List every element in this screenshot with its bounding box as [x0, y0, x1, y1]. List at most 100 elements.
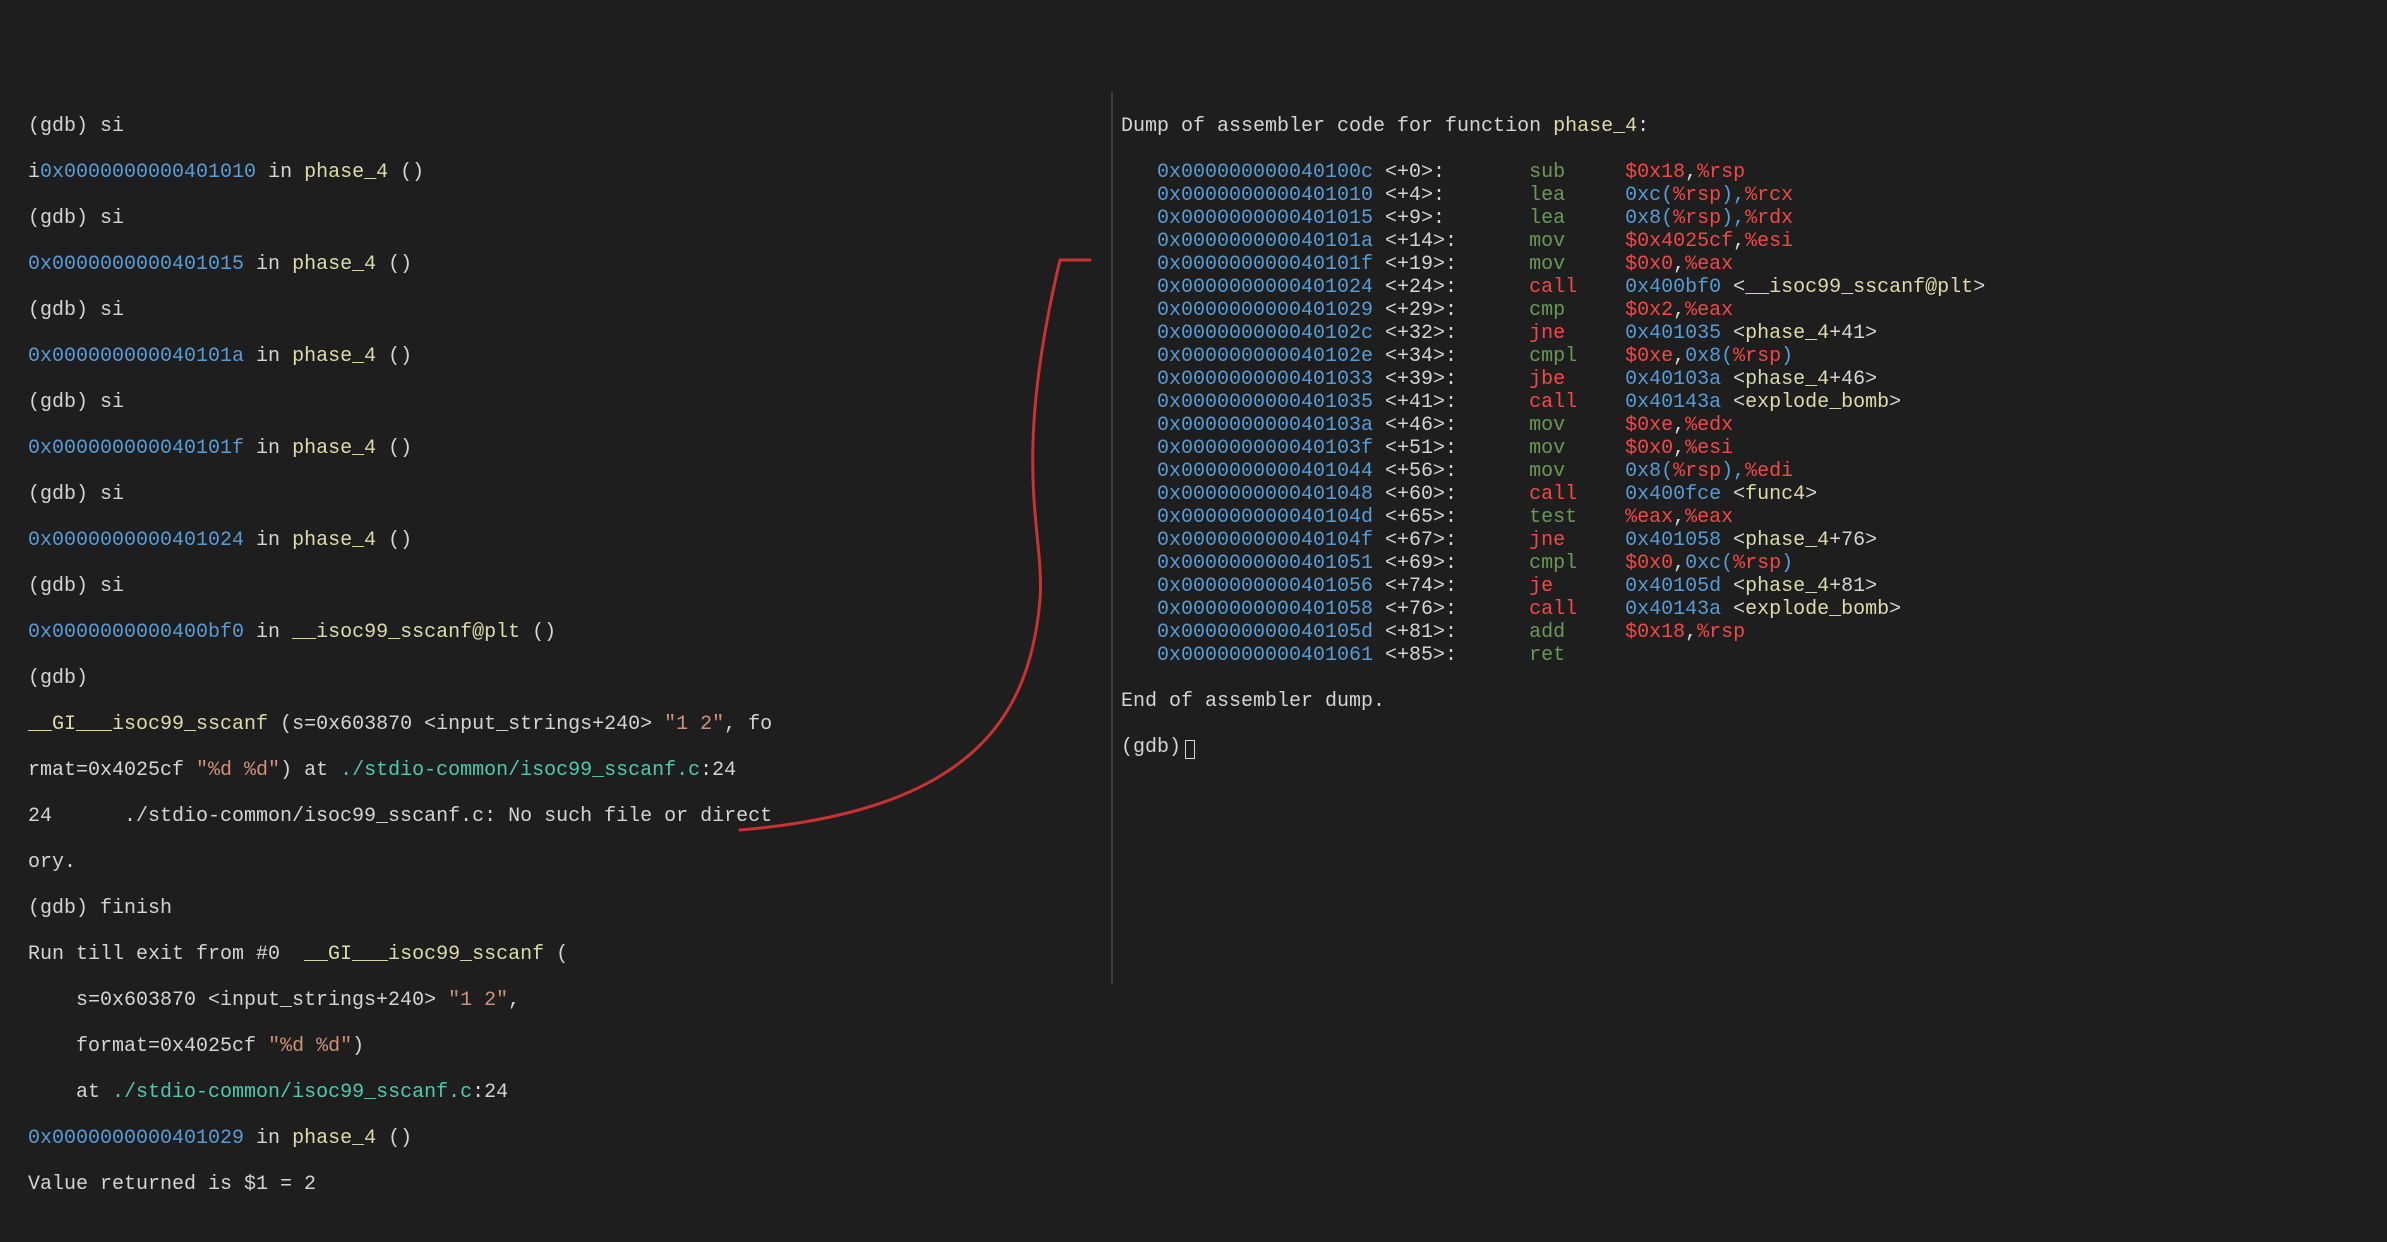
opcode: add — [1529, 621, 1625, 644]
function-name: phase_4 — [292, 529, 376, 552]
address: 0x000000000040105d — [1121, 621, 1385, 644]
opcode: call — [1529, 276, 1625, 299]
operand: phase_4 — [1745, 322, 1829, 345]
address: 0x000000000040101a — [1121, 230, 1385, 253]
gdb-line: 0x0000000000401029 in phase_4 () — [28, 1127, 1111, 1150]
paren: () — [376, 437, 412, 460]
address: 0x0000000000400bf0 — [28, 621, 244, 644]
gdb-line: 0x0000000000401024 in phase_4 () — [28, 529, 1111, 552]
gdb-line: (gdb) si — [28, 391, 1111, 414]
offset: <+85>: — [1385, 644, 1529, 667]
address: 0x0000000000401015 — [1121, 207, 1385, 230]
at: at — [76, 1081, 112, 1104]
function-name: __GI___isoc99_sscanf — [28, 713, 268, 736]
operand: < — [1733, 529, 1745, 552]
address: 0x000000000040104f — [1121, 529, 1385, 552]
gdb-prompt: (gdb) — [28, 575, 88, 598]
gdb-session-pane[interactable]: (gdb) si i0x0000000000401010 in phase_4 … — [0, 92, 1113, 984]
operand: ) — [1781, 552, 1793, 575]
in-word: in — [256, 161, 304, 184]
opcode: ret — [1529, 644, 1625, 667]
address: 0x000000000040100c — [1121, 161, 1385, 184]
gdb-line: 0x0000000000401015 in phase_4 () — [28, 253, 1111, 276]
text: Dump of assembler code for function — [1121, 115, 1553, 138]
operand: %esi — [1745, 230, 1793, 253]
string-literal: "1 2" — [664, 713, 724, 736]
operand: $0x0 — [1625, 552, 1673, 575]
offset: <+65>: — [1385, 506, 1529, 529]
operand: __isoc99_sscanf@plt — [1745, 276, 1973, 299]
gdb-line: Run till exit from #0 __GI___isoc99_ssca… — [28, 943, 1111, 966]
gdb-line: (gdb) — [28, 667, 1111, 690]
operand: ) — [1781, 345, 1793, 368]
gdb-line: format=0x4025cf "%d %d") — [28, 1035, 1111, 1058]
address: 0x0000000000401033 — [1121, 368, 1385, 391]
function-name: phase_4 — [292, 253, 376, 276]
asm-row: 0x0000000000401051 <+69>: cmpl $0x0,0xc(… — [1121, 552, 2387, 575]
paren: () — [376, 529, 412, 552]
offset: <+14>: — [1385, 230, 1529, 253]
operand: $0x0 — [1625, 437, 1673, 460]
asm-row: 0x000000000040104f <+67>: jne 0x401058 <… — [1121, 529, 2387, 552]
disassembly-pane[interactable]: Dump of assembler code for function phas… — [1113, 92, 2387, 984]
operand: %esi — [1685, 437, 1733, 460]
offset: <+4>: — [1385, 184, 1529, 207]
operand: ), — [1721, 184, 1745, 207]
operand: 0x8( — [1685, 345, 1733, 368]
opcode: mov — [1529, 460, 1625, 483]
opcode: cmp — [1529, 299, 1625, 322]
eq: =0x4025cf — [148, 1035, 268, 1058]
operand: , — [1673, 506, 1685, 529]
cursor-icon — [1185, 740, 1195, 759]
asm-row: 0x0000000000401010 <+4>: lea 0xc(%rsp),%… — [1121, 184, 2387, 207]
gdb-prompt: (gdb) — [28, 897, 88, 920]
paren: () — [388, 161, 424, 184]
address: 0x000000000040103f — [1121, 437, 1385, 460]
paren: () — [520, 621, 556, 644]
opcode: call — [1529, 598, 1625, 621]
operand: %edi — [1745, 460, 1793, 483]
gdb-line: (gdb) — [1121, 736, 2387, 759]
operand: 0x401058 — [1625, 529, 1733, 552]
gdb-prompt: (gdb) — [28, 207, 88, 230]
gdb-prompt: (gdb) — [28, 667, 88, 690]
asm-row: 0x000000000040100c <+0>: sub $0x18,%rsp — [1121, 161, 2387, 184]
gdb-line: s=0x603870 <input_strings+240> "1 2", — [28, 989, 1111, 1012]
opcode: cmpl — [1529, 345, 1625, 368]
operand: > — [1805, 483, 1817, 506]
comma: , — [508, 989, 520, 1012]
arg: s=0x603870 <input_strings+240> — [28, 989, 448, 1012]
gdb-prompt: (gdb) — [28, 483, 88, 506]
paren: ) at — [280, 759, 340, 782]
offset: <+60>: — [1385, 483, 1529, 506]
text: End of assembler dump. — [1121, 690, 1385, 713]
address: 0x0000000000401048 — [1121, 483, 1385, 506]
opcode: mov — [1529, 437, 1625, 460]
lineno: :24 — [700, 759, 736, 782]
offset: <+56>: — [1385, 460, 1529, 483]
operand: , — [1673, 299, 1685, 322]
offset: <+74>: — [1385, 575, 1529, 598]
operand: , — [1673, 437, 1685, 460]
string-literal: "%d %d" — [268, 1035, 352, 1058]
asm-row: 0x0000000000401029 <+29>: cmp $0x2,%eax — [1121, 299, 2387, 322]
operand: %rsp — [1733, 345, 1781, 368]
gdb-line: 0x0000000000400bf0 in __isoc99_sscanf@pl… — [28, 621, 1111, 644]
gdb-line: (gdb) si — [28, 483, 1111, 506]
function-name: phase_4 — [1553, 115, 1637, 138]
operand: < — [1733, 598, 1745, 621]
operand: ), — [1721, 460, 1745, 483]
function-name: phase_4 — [292, 345, 376, 368]
address: 0x0000000000401029 — [28, 1127, 244, 1150]
asm-row: 0x000000000040101f <+19>: mov $0x0,%eax — [1121, 253, 2387, 276]
operand: %rsp — [1697, 621, 1745, 644]
address: 0x0000000000401035 — [1121, 391, 1385, 414]
offset: <+81>: — [1385, 621, 1529, 644]
asm-row: 0x000000000040101a <+14>: mov $0x4025cf,… — [1121, 230, 2387, 253]
operand: 0x40143a — [1625, 598, 1733, 621]
operand: 0x8( — [1625, 460, 1673, 483]
asm-row: 0x0000000000401024 <+24>: call 0x400bf0 … — [1121, 276, 2387, 299]
operand: 0x8( — [1625, 207, 1673, 230]
gdb-cmd: finish — [100, 897, 172, 920]
asm-row: 0x0000000000401058 <+76>: call 0x40143a … — [1121, 598, 2387, 621]
